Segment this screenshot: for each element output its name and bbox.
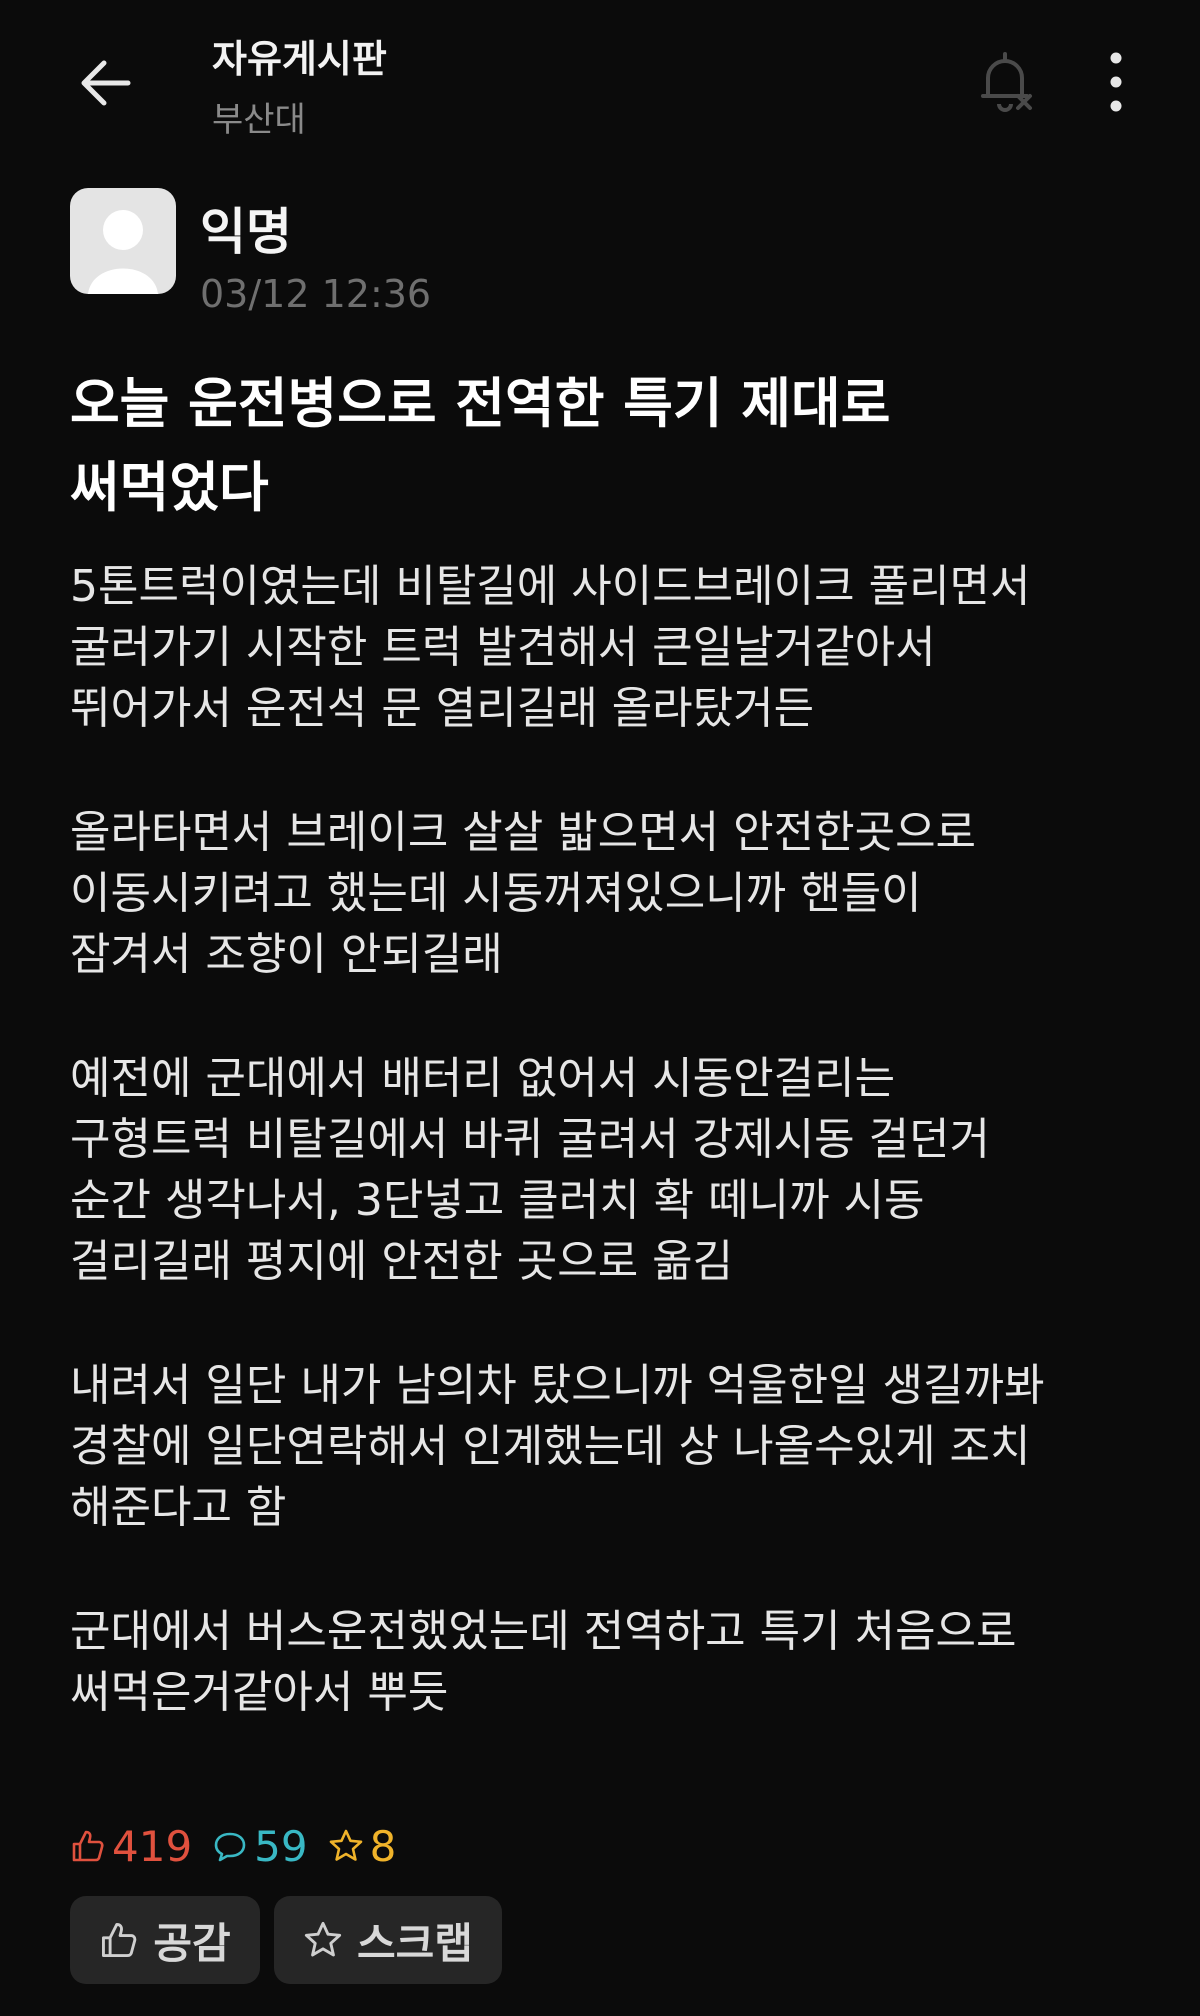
like-button[interactable]: 공감 [70, 1896, 260, 1984]
post-paragraph: 올라타면서 브레이크 살살 밟으면서 안전한곳으로 이동시키려고 했는데 시동꺼… [70, 802, 1150, 985]
like-count-value: 419 [112, 1821, 193, 1871]
star-icon [304, 1921, 342, 1957]
like-count: 419 [70, 1822, 192, 1871]
arrow-left-icon [81, 60, 131, 106]
notification-button[interactable] [970, 46, 1040, 116]
comment-bubble-icon [214, 1832, 246, 1862]
author-info: 익명 03/12 12:36 [70, 188, 970, 318]
post-line: 뛰어가서 운전석 문 열리길래 올라탔거든 [70, 683, 815, 734]
post-line: 이동시키려고 했는데 시동꺼져있으니까 핸들이 [70, 868, 922, 919]
post-title-line: 써먹었다 [70, 456, 269, 519]
post-stats: 419 59 8 [70, 1818, 396, 1874]
post-paragraph: 5톤트럭이였는데 비탈길에 사이드브레이크 풀리면서 굴러가기 시작한 트럭 발… [70, 556, 1150, 739]
post-line: 써먹은거같아서 뿌듯 [70, 1667, 449, 1718]
post-line: 구형트럭 비탈길에서 바퀴 굴려서 강제시동 걸던거 [70, 1114, 991, 1165]
comment-count: 59 [212, 1821, 308, 1871]
school-name: 부산대 [212, 100, 306, 140]
avatar [70, 188, 176, 294]
post-paragraph: 군대에서 버스운전했었는데 전역하고 특기 처음으로 써먹은거같아서 뿌듯 [70, 1601, 1150, 1723]
more-options-button[interactable] [1096, 46, 1136, 118]
board-title: 자유게시판 [212, 37, 387, 81]
more-vertical-icon [1110, 52, 1122, 112]
post-line: 걸리길래 평지에 안전한 곳으로 옮김 [70, 1236, 734, 1287]
post-line: 예전에 군대에서 배터리 없어서 시동안걸리는 [70, 1053, 896, 1104]
post-line: 순간 생각나서, 3단넣고 클러치 확 떼니까 시동 [70, 1175, 925, 1226]
post-line: 올라타면서 브레이크 살살 밟으면서 안전한곳으로 [70, 807, 977, 858]
back-button[interactable] [70, 48, 140, 118]
post-actions: 공감 스크랩 [70, 1896, 502, 1984]
post-line: 군대에서 버스운전했었는데 전역하고 특기 처음으로 [70, 1606, 1017, 1657]
thumbs-up-icon [72, 1830, 104, 1862]
top-bar: 자유게시판 부산대 [0, 0, 1200, 170]
post-line: 잠겨서 조향이 안되길래 [70, 929, 503, 980]
post-title-line: 오늘 운전병으로 전역한 특기 제대로 [70, 372, 891, 435]
comment-count-value: 59 [254, 1821, 308, 1871]
post-paragraph: 예전에 군대에서 배터리 없어서 시동안걸리는 구형트럭 비탈길에서 바퀴 굴려… [70, 1048, 1150, 1292]
thumbs-up-icon [102, 1923, 137, 1957]
post-title: 오늘 운전병으로 전역한 특기 제대로 써먹었다 [70, 362, 1130, 530]
post-line: 경찰에 일단연락해서 인계했는데 상 나올수있게 조치 [70, 1421, 1031, 1472]
post-line: 5톤트럭이였는데 비탈길에 사이드브레이크 풀리면서 [70, 561, 1031, 612]
scrap-button-label: 스크랩 [357, 1918, 473, 1968]
post-timestamp: 03/12 12:36 [200, 272, 432, 316]
post-line: 해준다고 함 [70, 1482, 287, 1533]
star-icon [329, 1829, 362, 1861]
author-name: 익명 [200, 203, 292, 261]
like-button-label: 공감 [153, 1918, 231, 1968]
default-avatar-icon [88, 210, 158, 294]
scrap-count: 8 [328, 1821, 397, 1871]
post-line: 내려서 일단 내가 남의차 탔으니까 억울한일 생길까봐 [70, 1360, 1045, 1411]
bell-off-icon [981, 52, 1032, 112]
post-body: 5톤트럭이였는데 비탈길에 사이드브레이크 풀리면서 굴러가기 시작한 트럭 발… [70, 556, 1150, 1786]
post-paragraph: 내려서 일단 내가 남의차 탔으니까 억울한일 생길까봐 경찰에 일단연락해서 … [70, 1355, 1150, 1538]
post-line: 굴러가기 시작한 트럭 발견해서 큰일날거같아서 [70, 622, 936, 673]
scrap-button[interactable]: 스크랩 [274, 1896, 502, 1984]
scrap-count-value: 8 [369, 1821, 397, 1871]
